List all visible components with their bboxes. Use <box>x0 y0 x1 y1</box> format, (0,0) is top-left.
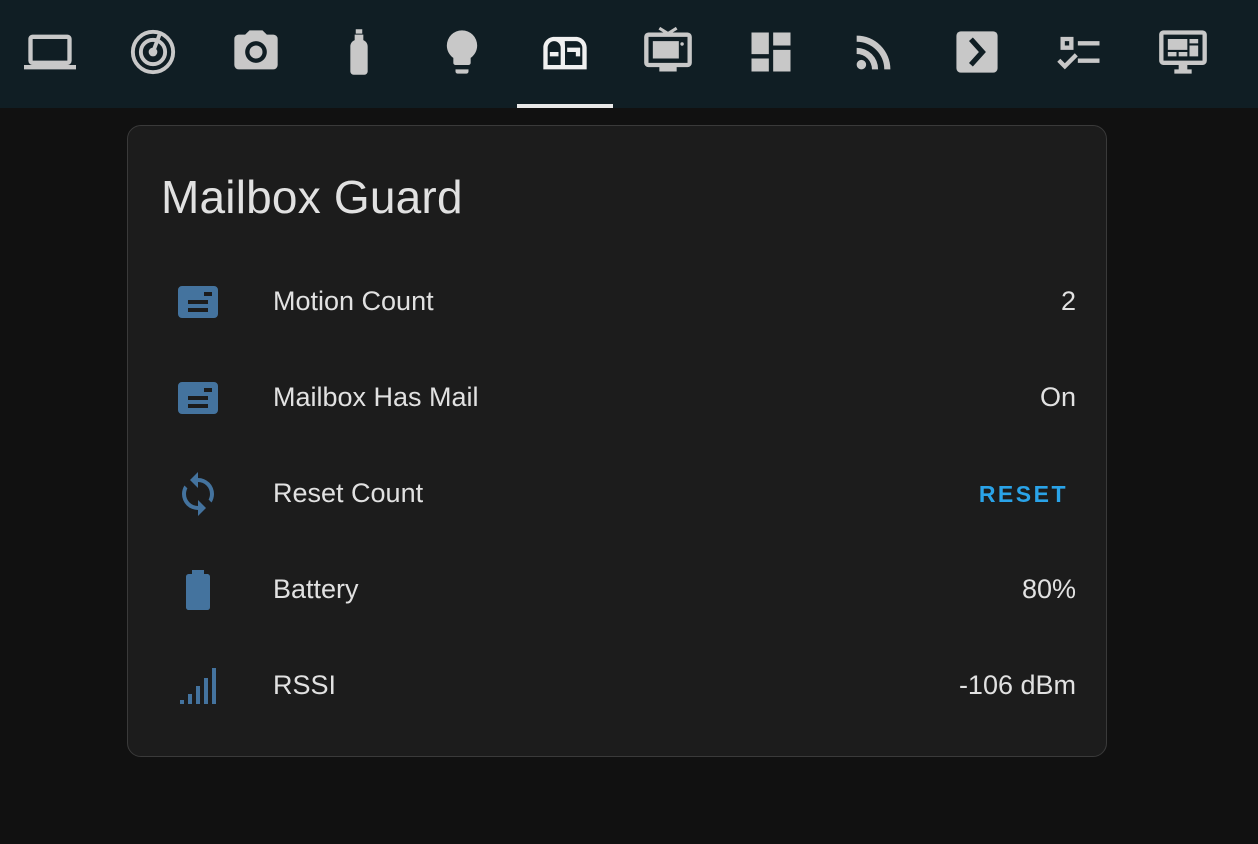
format-list-checks-icon <box>1057 36 1100 70</box>
mailbox-icon <box>543 36 587 70</box>
entity-value: 2 <box>1060 286 1076 316</box>
entity-label: Reset Count <box>273 478 424 508</box>
sync-icon <box>174 470 222 518</box>
entity-label: Battery <box>273 574 359 604</box>
entity-value: -106 dBm <box>958 670 1076 700</box>
tab-mailbox[interactable] <box>517 0 613 108</box>
entity-row-mailbox-has-mail[interactable]: Mailbox Has Mail On <box>128 350 1108 446</box>
entity-row-battery[interactable]: Battery 80% <box>128 542 1108 638</box>
tab-rss[interactable] <box>826 0 922 108</box>
mailbox-icon <box>174 278 222 326</box>
tab-chevron-box[interactable] <box>929 0 1025 108</box>
monitor-dashboard-icon <box>1159 30 1207 74</box>
entity-label: Motion Count <box>273 286 434 316</box>
tab-gas-cylinder[interactable] <box>311 0 407 108</box>
tab-television[interactable] <box>620 0 716 108</box>
tab-monitor-dashboard[interactable] <box>1135 0 1231 108</box>
lightbulb-icon <box>446 30 478 74</box>
entity-label: RSSI <box>273 670 337 700</box>
tab-radar[interactable] <box>105 0 201 108</box>
entity-label: Mailbox Has Mail <box>273 382 479 412</box>
mailbox-icon <box>174 374 222 422</box>
entity-row-reset-count: Reset Count RESET <box>128 446 1108 542</box>
top-navigation-bar <box>0 0 1258 108</box>
camera-icon <box>234 30 278 70</box>
entity-value: 80% <box>1021 574 1076 604</box>
mailbox-guard-card: Mailbox Guard Motion Count 2 Mailbox Has… <box>127 125 1107 757</box>
card-title: Mailbox Guard <box>161 171 463 223</box>
tab-lightbulb[interactable] <box>414 0 510 108</box>
entity-row-motion-count[interactable]: Motion Count 2 <box>128 254 1108 350</box>
television-icon <box>644 26 692 72</box>
entity-row-rssi[interactable]: RSSI -106 dBm <box>128 638 1108 734</box>
tab-laptop[interactable] <box>2 0 98 108</box>
laptop-icon <box>24 34 76 70</box>
gas-cylinder-icon <box>350 29 368 75</box>
chevron-box-icon <box>956 31 998 73</box>
view-dashboard-icon <box>751 32 791 72</box>
reset-button[interactable]: RESET <box>971 474 1076 514</box>
radar-icon <box>130 29 176 75</box>
tab-view-dashboard[interactable] <box>723 0 819 108</box>
tab-format-list-checks[interactable] <box>1032 0 1128 108</box>
battery-icon <box>174 566 222 614</box>
entity-value: On <box>1039 382 1076 412</box>
signal-icon <box>174 662 222 710</box>
rss-icon <box>856 35 891 70</box>
tab-camera[interactable] <box>208 0 304 108</box>
